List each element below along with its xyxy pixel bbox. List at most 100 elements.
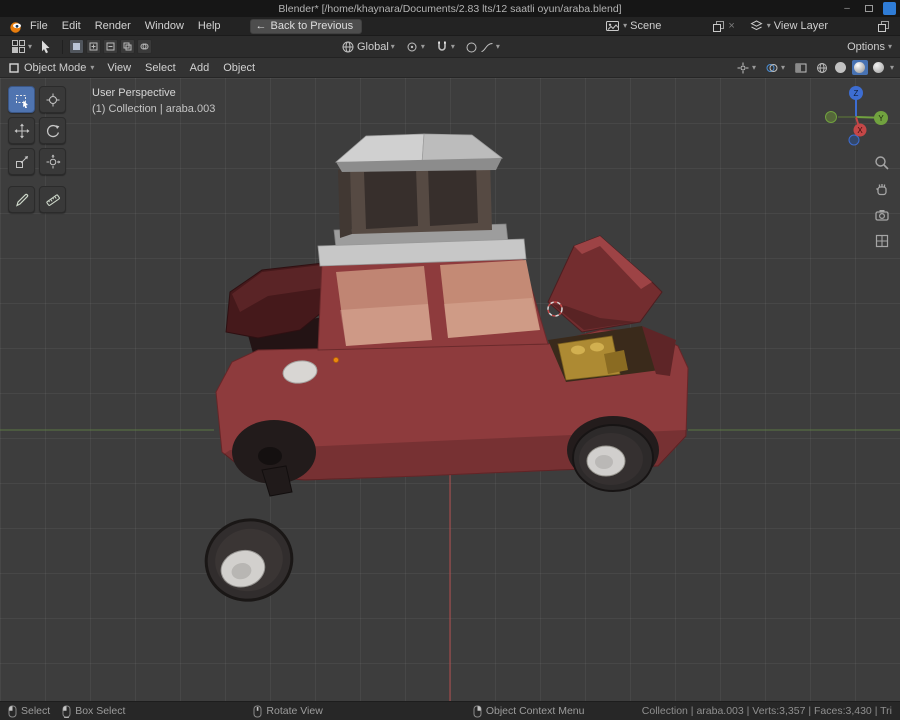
move-icon <box>14 123 29 138</box>
cursor-tool[interactable] <box>39 86 66 113</box>
gizmo-icon <box>737 62 749 73</box>
wireframe-sphere-icon <box>816 62 827 73</box>
shading-chevron-icon[interactable]: ▾ <box>890 63 894 72</box>
orientation-label: Global <box>357 41 389 53</box>
view-layer-chevron-icon[interactable]: ▾ <box>767 22 771 30</box>
editor-type-button[interactable]: ▾ <box>8 38 35 55</box>
editor-type-chevron-icon: ▾ <box>28 41 33 51</box>
scene-chevron-icon[interactable]: ▾ <box>623 22 627 30</box>
transform-snap-cluster: Global ▾ ▾ ▾ ▾ <box>338 36 503 58</box>
maximize-button[interactable] <box>861 1 877 16</box>
active-tool-button[interactable] <box>35 38 56 55</box>
gizmo-y-label: Y <box>878 114 884 123</box>
hint-box-select-label: Box Select <box>75 705 126 717</box>
select-mode-extend-icon[interactable] <box>86 39 102 54</box>
toolbar <box>8 86 66 213</box>
menu-window[interactable]: Window <box>138 20 191 32</box>
xray-icon <box>795 63 807 72</box>
menu-object[interactable]: Object <box>216 62 262 74</box>
proportional-editing-toggle[interactable]: ▾ <box>462 40 503 55</box>
view-layer-icon[interactable] <box>749 19 764 33</box>
orientation-dropdown[interactable]: Global ▾ <box>338 39 398 55</box>
scale-icon <box>15 155 28 168</box>
menu-select[interactable]: Select <box>138 62 183 74</box>
pivot-dropdown[interactable]: ▾ <box>402 39 428 55</box>
shading-solid-button[interactable] <box>833 60 849 75</box>
hint-box-select: Box Select <box>62 705 125 718</box>
menu-help[interactable]: Help <box>191 20 228 32</box>
zoom-icon[interactable] <box>873 154 891 172</box>
snap-toggle[interactable]: ▾ <box>432 39 458 55</box>
globe-icon <box>342 41 354 53</box>
shading-material-button[interactable] <box>851 60 868 75</box>
snap-chevron-icon[interactable]: ▾ <box>451 43 455 51</box>
select-mode-set-icon[interactable] <box>69 39 85 54</box>
magnet-icon <box>438 41 446 51</box>
orientation-chevron-icon: ▾ <box>390 42 395 51</box>
select-mode-subtract-icon[interactable] <box>103 39 119 54</box>
scene-name[interactable]: Scene <box>630 20 661 32</box>
camera-view-icon[interactable] <box>873 206 891 224</box>
gizmo-y-negative-ball[interactable] <box>825 111 837 123</box>
mode-label: Object Mode <box>24 61 87 74</box>
gizmo-z-label: Z <box>854 89 859 98</box>
transform-icon <box>46 154 60 168</box>
unlink-scene-icon[interactable]: × <box>728 20 734 32</box>
transform-tool[interactable] <box>39 148 66 175</box>
new-scene-icon[interactable] <box>712 20 725 33</box>
pivot-chevron-icon: ▾ <box>420 42 425 51</box>
menu-edit[interactable]: Edit <box>55 20 88 32</box>
detached-wheel[interactable] <box>198 511 301 609</box>
ortho-toggle-icon[interactable] <box>873 232 891 250</box>
menubar: File Edit Render Window Help ← Back to P… <box>0 17 900 36</box>
hint-rotate-view-label: Rotate View <box>266 705 323 717</box>
mouse-left-icon <box>8 705 17 717</box>
annotate-tool[interactable] <box>8 186 35 213</box>
titlebar: Blender* [/home/khaynara/Documents/2.83 … <box>0 0 900 17</box>
shading-wireframe-button[interactable] <box>814 60 830 75</box>
options-chevron-icon: ▾ <box>887 41 892 51</box>
new-view-layer-icon[interactable] <box>877 20 890 33</box>
mode-dropdown[interactable]: Object Mode ▾ <box>6 62 100 74</box>
mouse-right-icon <box>473 705 482 717</box>
gizmo-chevron-icon[interactable]: ▾ <box>752 63 756 72</box>
shading-rendered-button[interactable] <box>871 60 887 75</box>
menu-view[interactable]: View <box>100 62 138 74</box>
menu-render[interactable]: Render <box>88 20 138 32</box>
move-tool[interactable] <box>8 117 35 144</box>
gizmo-z-negative-ball[interactable] <box>848 134 860 146</box>
options-label: Options <box>847 40 885 53</box>
overlays-chevron-icon[interactable]: ▾ <box>781 63 785 72</box>
back-to-previous-button[interactable]: ← Back to Previous <box>249 18 363 34</box>
select-mode-intersect-icon[interactable] <box>137 39 153 54</box>
overlays-dropdown[interactable]: ▾ <box>762 60 788 76</box>
viewport-header: Object Mode ▾ View Select Add Object ▾ ▾… <box>0 58 900 78</box>
select-box-tool[interactable] <box>8 86 35 113</box>
menu-add[interactable]: Add <box>183 62 217 74</box>
xray-toggle[interactable] <box>791 60 811 76</box>
cursor-arrow-icon <box>42 40 50 54</box>
rotate-tool[interactable] <box>39 117 66 144</box>
navigation-gizmo[interactable]: Z Y X <box>818 84 892 150</box>
menu-file[interactable]: File <box>23 20 55 32</box>
hint-select-label: Select <box>21 705 51 717</box>
scale-tool[interactable] <box>8 148 35 175</box>
separator <box>62 39 64 54</box>
close-button[interactable] <box>883 2 896 15</box>
car-model[interactable] <box>215 133 689 497</box>
measure-tool[interactable] <box>39 186 66 213</box>
view-layer-name[interactable]: View Layer <box>774 20 828 32</box>
pivot-point-icon <box>407 42 417 52</box>
blender-logo-icon[interactable] <box>8 19 23 34</box>
falloff-chevron-icon[interactable]: ▾ <box>496 43 500 51</box>
scene-icon[interactable] <box>605 19 620 33</box>
options-dropdown[interactable]: Options ▾ <box>847 41 892 53</box>
viewport-canvas[interactable] <box>0 78 900 701</box>
minimize-button[interactable]: – <box>839 1 855 16</box>
proportional-circle-icon <box>466 42 477 52</box>
viewport-3d[interactable]: User Perspective (1) Collection | araba.… <box>0 78 900 701</box>
pan-hand-icon[interactable] <box>873 180 891 198</box>
select-mode-invert-icon[interactable] <box>120 39 136 54</box>
status-bar: Select Box Select Rotate View Object Con… <box>0 701 900 720</box>
show-gizmo-dropdown[interactable]: ▾ <box>733 60 759 76</box>
